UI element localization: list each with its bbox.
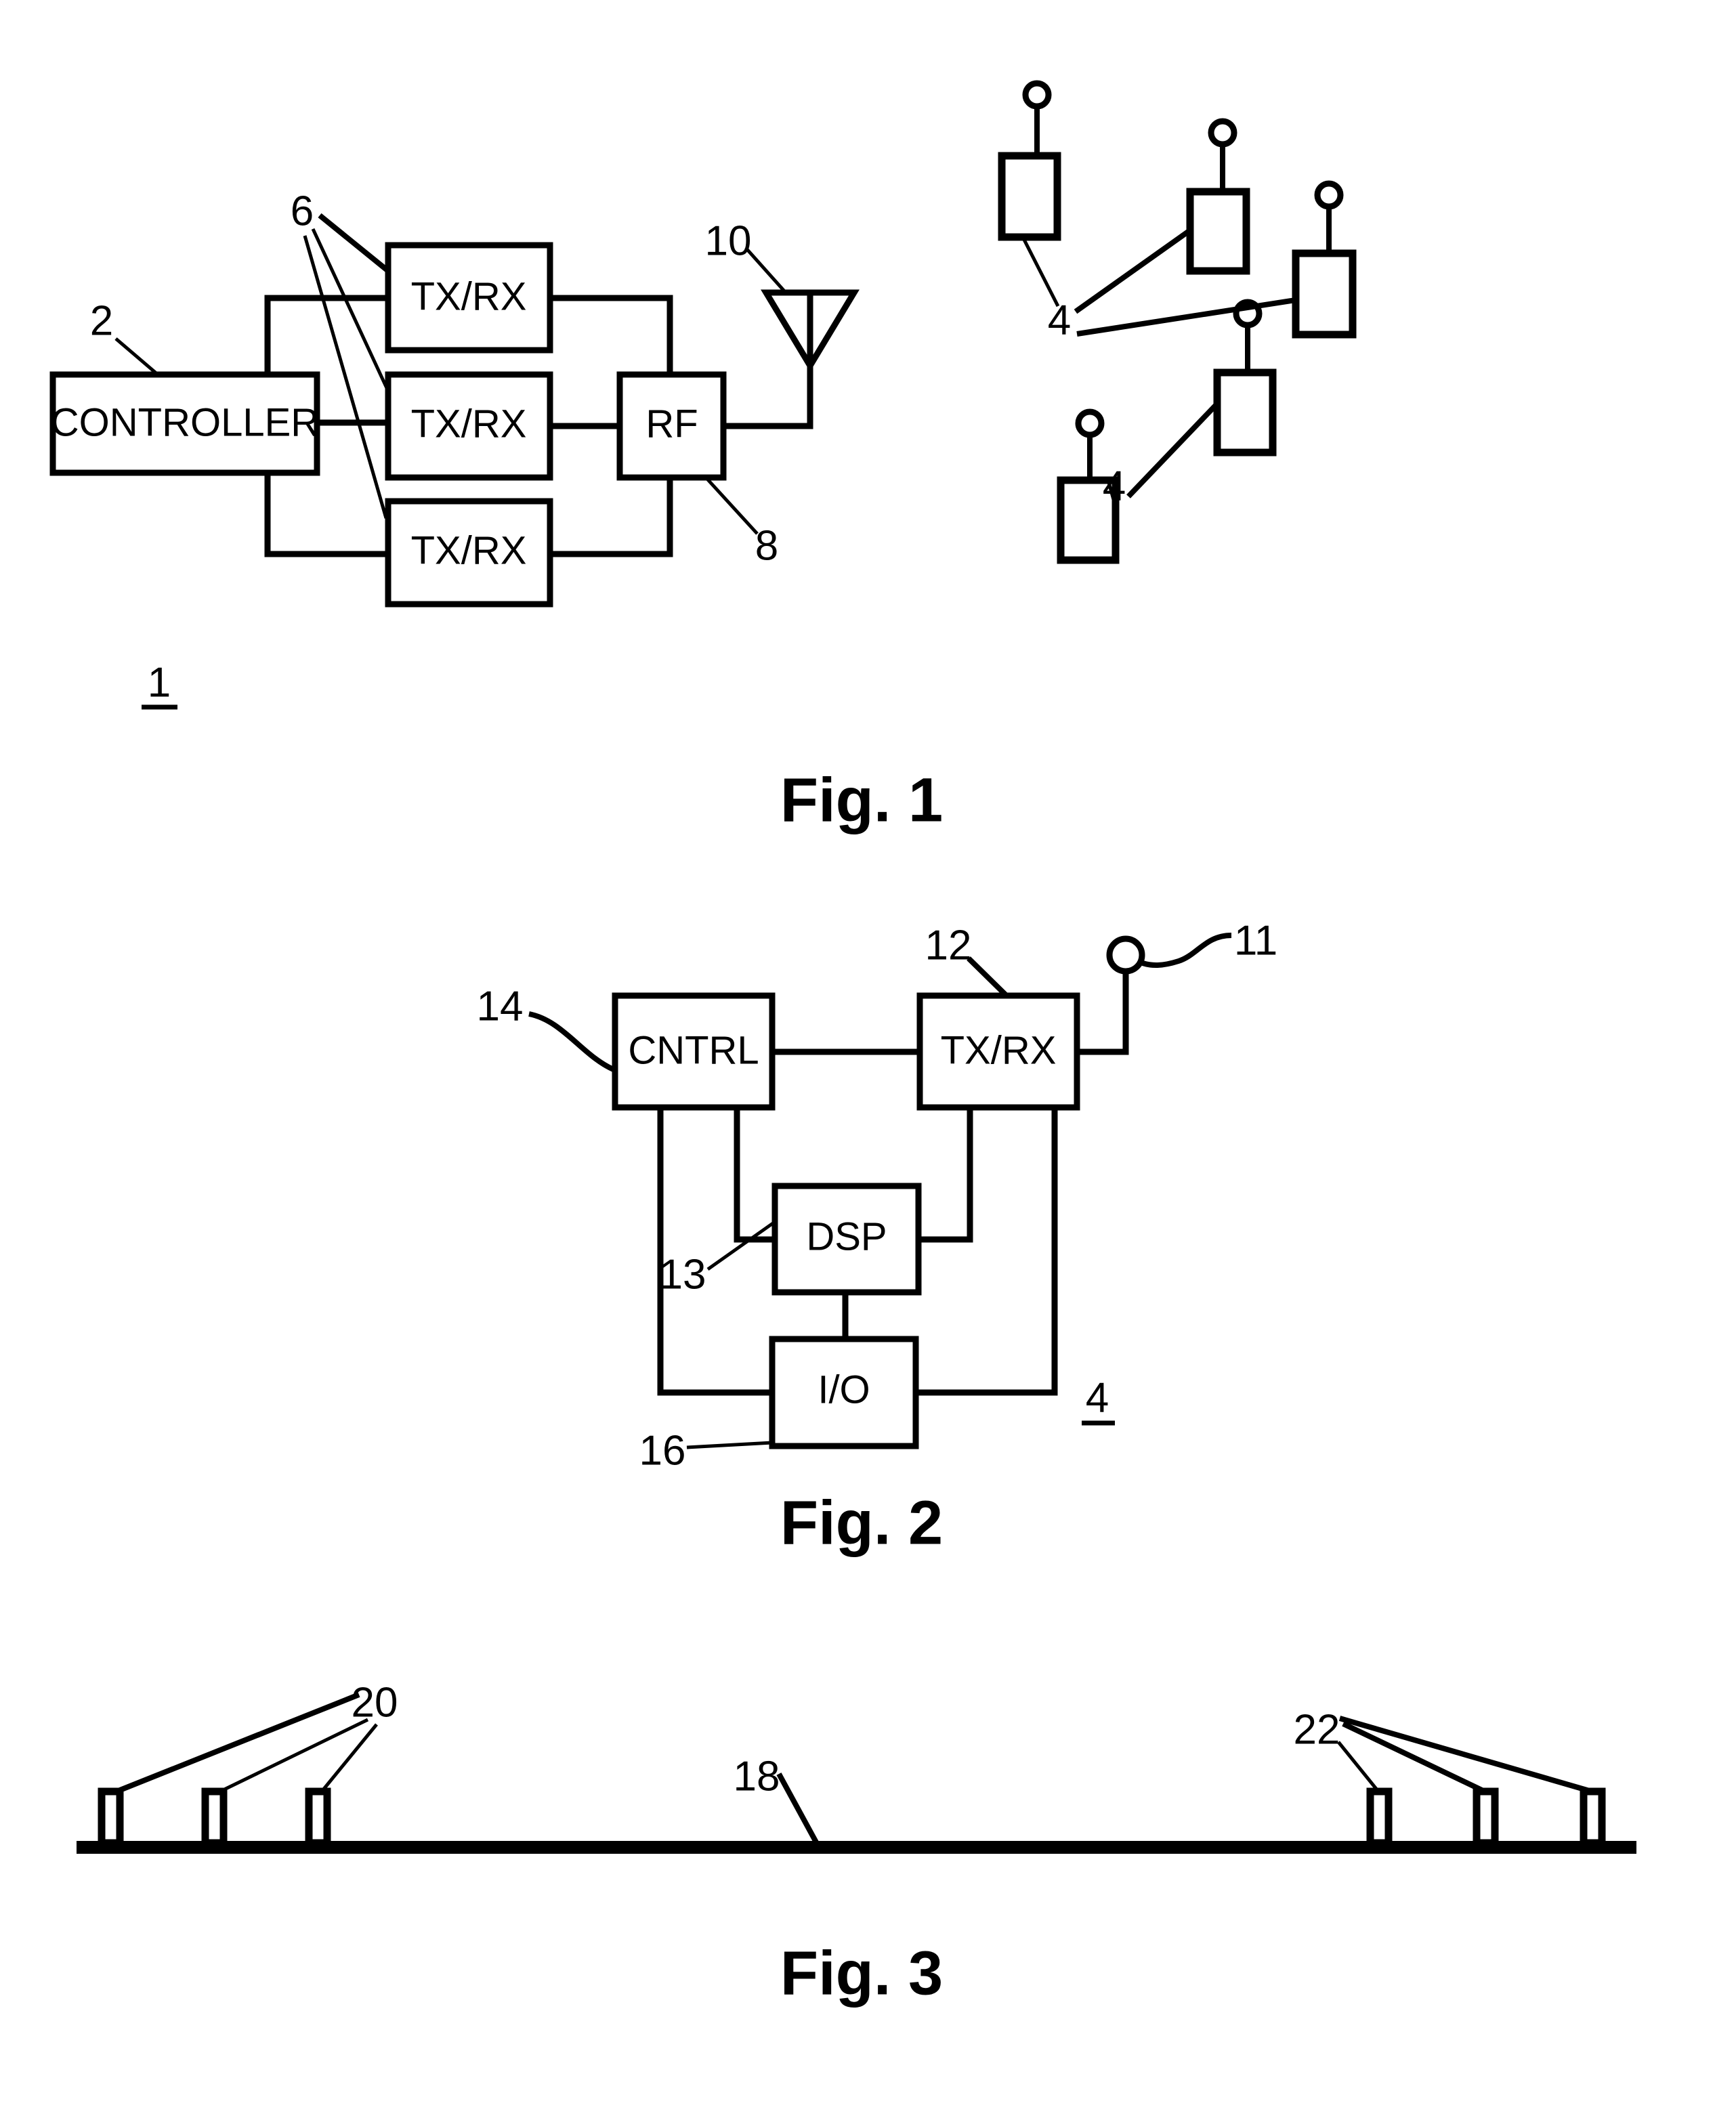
fig1-txrx-bot-label: TX/RX <box>411 528 527 572</box>
fig3-right-marker-2 <box>1473 1787 1499 1847</box>
fig3-left-marker-1 <box>98 1787 124 1847</box>
fig2-ref-14: 14 <box>477 983 524 1030</box>
mobile-station-icon <box>1292 180 1357 339</box>
fig1-leader-4u-c <box>1076 297 1296 337</box>
fig1-assembly-label: 1 <box>148 659 171 706</box>
fig3-leader-20-c <box>320 1723 378 1793</box>
fig1-ref-4-upper: 4 <box>1048 297 1071 343</box>
fig1-leader-8 <box>705 477 759 535</box>
wire-rf-to-antenna <box>723 317 813 429</box>
fig2-txrx-label: TX/RX <box>941 1028 1057 1072</box>
fig2-ref-16: 16 <box>639 1427 686 1474</box>
fig2-wire-txrx-antenna <box>1077 970 1129 1055</box>
figure-1: CONTROLLER TX/RX TX/RX TX/RX RF 2 6 8 10… <box>49 80 1357 834</box>
fig1-leader-4u-a <box>1021 236 1060 307</box>
fig3-caption: Fig. 3 <box>780 1938 943 2008</box>
wire-txrx-bot-to-rf <box>550 478 673 557</box>
figure-3: 20 18 22 Fig. 3 <box>77 1679 1636 2008</box>
fig3-ref-22: 22 <box>1294 1706 1340 1753</box>
mobile-station-icon <box>998 80 1061 241</box>
fig3-ref-18: 18 <box>734 1753 780 1800</box>
fig3-leader-18 <box>776 1773 819 1844</box>
mobile-station-icon <box>1186 118 1250 275</box>
fig2-ref-13: 13 <box>660 1251 706 1298</box>
fig1-ref-2: 2 <box>90 297 113 344</box>
fig1-leader-2 <box>114 337 159 376</box>
patent-drawing-sheet: CONTROLLER TX/RX TX/RX TX/RX RF 2 6 8 10… <box>0 0 1736 2101</box>
fig1-base-station-diagram: CONTROLLER TX/RX TX/RX TX/RX RF 2 6 8 10… <box>49 188 860 710</box>
fig3-right-marker-1 <box>1366 1787 1393 1847</box>
fig2-assembly-label: 4 <box>1086 1374 1109 1421</box>
wire-controller-bottom <box>264 472 388 557</box>
fig2-wire-cntrl-io <box>657 1107 772 1396</box>
fig2-leader-13 <box>706 1220 776 1271</box>
fig3-left-marker-2 <box>201 1787 228 1847</box>
fig2-dsp-label: DSP <box>806 1214 887 1258</box>
fig2-leader-11 <box>1141 933 1232 968</box>
fig1-leader-4l-b <box>1126 402 1219 498</box>
fig1-rf-label: RF <box>645 402 698 446</box>
fig3-leader-22-b <box>1342 1721 1486 1794</box>
figure-2: CNTRL TX/RX DSP I/O 14 12 11 13 16 4 Fig… <box>477 917 1278 1557</box>
fig1-leader-10 <box>744 247 787 294</box>
fig2-leader-16 <box>686 1441 773 1449</box>
fig1-ref-10: 10 <box>705 217 752 264</box>
fig3-leader-20-b <box>219 1718 369 1794</box>
fig1-ref-8: 8 <box>755 522 778 569</box>
fig1-txrx-top-label: TX/RX <box>411 274 527 318</box>
fig2-io-label: I/O <box>818 1367 870 1412</box>
fig3-right-marker-3 <box>1580 1787 1606 1847</box>
fig2-ref-11: 11 <box>1234 917 1277 964</box>
fig2-cntrl-label: CNTRL <box>628 1028 759 1072</box>
fig1-txrx-mid-label: TX/RX <box>411 402 527 446</box>
fig2-caption: Fig. 2 <box>780 1488 943 1557</box>
fig2-leader-12 <box>967 956 1009 998</box>
fig2-wire-txrx-dsp <box>918 1107 973 1243</box>
fig3-leader-22-a <box>1337 1741 1380 1793</box>
fig3-ref-20: 20 <box>352 1679 398 1726</box>
fig1-leader-4u-b <box>1074 228 1192 314</box>
wire-txrx-top-to-rf <box>550 295 673 375</box>
fig1-caption: Fig. 1 <box>780 765 943 834</box>
fig1-controller-label: CONTROLLER <box>51 400 319 444</box>
fig2-leader-14 <box>528 1011 616 1073</box>
fig2-wire-txrx-io <box>916 1107 1058 1396</box>
fig3-left-marker-3 <box>305 1787 331 1847</box>
fig2-wire-cntrl-dsp <box>734 1107 775 1243</box>
fig1-mobile-stations: 4 4 <box>998 80 1357 564</box>
fig2-loop-antenna-icon <box>1106 935 1145 975</box>
drawing-canvas: CONTROLLER TX/RX TX/RX TX/RX RF 2 6 8 10… <box>49 80 1636 2008</box>
mobile-station-icon <box>1213 299 1277 457</box>
fig1-ref-6: 6 <box>291 188 314 234</box>
fig1-antenna-icon <box>761 289 860 372</box>
fig2-ref-12: 12 <box>925 922 972 969</box>
